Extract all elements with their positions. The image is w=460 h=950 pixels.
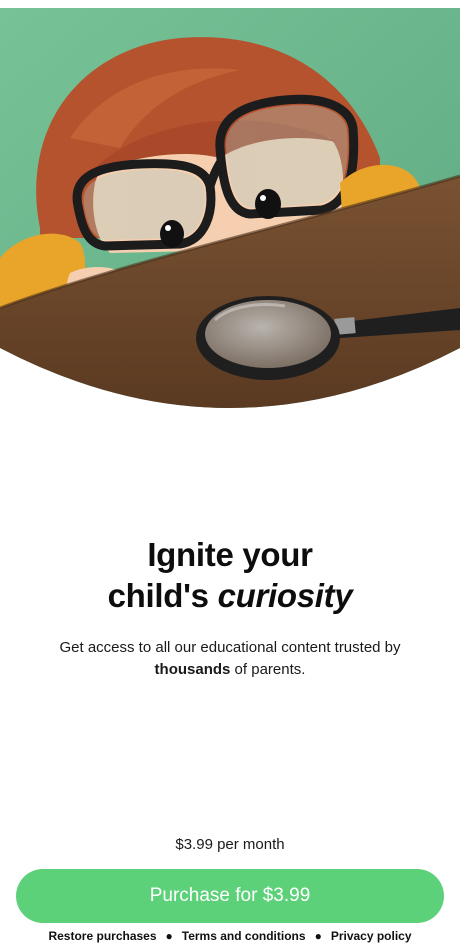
subtitle-bold: thousands — [154, 661, 231, 678]
price-text: $3.99 per month — [175, 836, 285, 853]
purchase-button[interactable]: Purchase for $3.99 — [16, 869, 444, 923]
headline-emphasis: curiosity — [217, 577, 353, 614]
headline-line2: child's curiosity — [0, 575, 460, 616]
subtitle-before: Get access to all our educational conten… — [59, 639, 401, 656]
terms-and-conditions-link[interactable]: Terms and conditions — [182, 929, 306, 943]
footer-links: Restore purchases ● Terms and conditions ● P… — [0, 929, 460, 943]
headline-line1: Ignite your — [147, 536, 313, 573]
restore-purchases-link[interactable]: Restore purchases — [48, 929, 156, 943]
subtitle-after: of parents. — [230, 661, 306, 678]
headline-line2-prefix: child's — [107, 577, 218, 614]
child-with-magnifier-illustration — [0, 8, 460, 408]
headline: Ignite your child's curiosity — [0, 534, 460, 616]
privacy-policy-link[interactable]: Privacy policy — [331, 929, 412, 943]
hero-illustration — [0, 8, 460, 408]
separator-dot: ● — [165, 929, 173, 943]
separator-dot: ● — [314, 929, 322, 943]
subtitle: Get access to all our educational conten… — [40, 637, 420, 681]
